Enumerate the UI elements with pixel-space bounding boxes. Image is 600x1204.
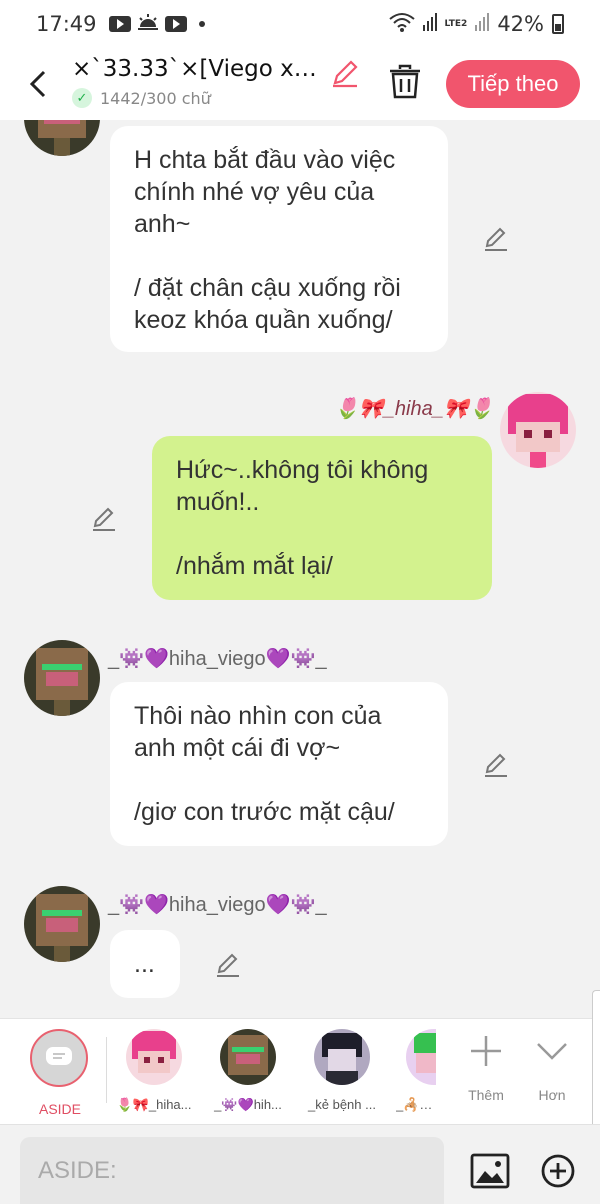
input-bar bbox=[0, 1124, 600, 1204]
youtube-icon bbox=[164, 16, 187, 32]
avatar-viego[interactable] bbox=[24, 886, 100, 962]
divider bbox=[106, 1037, 107, 1103]
status-right: LTE2 42% bbox=[388, 12, 564, 37]
word-count-row: ✓ 1442/300 chữ bbox=[72, 88, 362, 108]
message-bubble[interactable]: ... bbox=[110, 930, 180, 998]
pencil-icon bbox=[217, 953, 239, 977]
character-item[interactable]: 🌷🎀_hiha... bbox=[114, 1029, 194, 1113]
youtube-icon bbox=[108, 16, 131, 32]
more-button[interactable]: Hơn bbox=[522, 1033, 582, 1103]
username-viego: _👾💜hiha_viego💜👾_ bbox=[108, 648, 327, 670]
edit-message-button[interactable] bbox=[482, 750, 510, 778]
username-hiha: 🌷🎀_hiha_🎀🌷 bbox=[334, 398, 494, 420]
more-notifications-icon bbox=[198, 21, 205, 27]
avatar-character bbox=[314, 1029, 370, 1085]
character-label: _🦂🕸... bbox=[396, 1097, 446, 1112]
chat-bubble-icon bbox=[46, 1047, 72, 1065]
signal-icon bbox=[422, 12, 437, 36]
avatar-viego bbox=[220, 1029, 276, 1085]
status-bar: 17:49 LTE2 42% bbox=[0, 0, 600, 48]
character-item[interactable]: _👾💜hih... bbox=[208, 1029, 288, 1113]
chevron-down-icon bbox=[537, 1043, 567, 1060]
character-label: _kẻ bệnh ... bbox=[308, 1097, 376, 1112]
add-button[interactable] bbox=[540, 1153, 576, 1193]
image-icon bbox=[470, 1153, 510, 1189]
pencil-icon bbox=[485, 227, 507, 251]
character-item[interactable]: _🦂🕸... bbox=[396, 1029, 446, 1113]
character-label: 🌷🎀_hiha... bbox=[116, 1097, 192, 1112]
edit-title-button[interactable] bbox=[330, 58, 360, 92]
aside-circle bbox=[30, 1029, 88, 1087]
status-left: 17:49 bbox=[36, 12, 205, 36]
weather-icon bbox=[137, 12, 159, 36]
insert-image-button[interactable] bbox=[470, 1153, 510, 1193]
word-count: 1442/300 chữ bbox=[100, 88, 211, 108]
next-button[interactable]: Tiếp theo bbox=[446, 60, 580, 108]
aside-input[interactable] bbox=[20, 1137, 444, 1204]
avatar-viego[interactable] bbox=[24, 640, 100, 716]
avatar-hiha[interactable] bbox=[500, 392, 576, 468]
notification-icons bbox=[108, 12, 205, 36]
pencil-icon bbox=[333, 60, 358, 88]
message-bubble[interactable]: H chta bắt đầu vào việc chính nhé vợ yêu… bbox=[110, 126, 448, 352]
character-bar: ASIDE 🌷🎀_hiha... _👾💜hih... _kẻ bệnh ... … bbox=[0, 1018, 600, 1124]
aside-button[interactable]: ASIDE bbox=[30, 1029, 90, 1117]
avatar-viego[interactable] bbox=[24, 120, 100, 156]
username-viego: _👾💜hiha_viego💜👾_ bbox=[108, 894, 327, 916]
battery-icon bbox=[552, 14, 564, 34]
edit-message-button[interactable] bbox=[214, 950, 242, 978]
app-header: ×`33.33`×[Viego x h... ✓ 1442/300 chữ Ti… bbox=[0, 48, 600, 120]
avatar-hiha bbox=[126, 1029, 182, 1085]
chevron-left-icon bbox=[29, 70, 46, 98]
wifi-icon bbox=[388, 12, 415, 37]
aside-label: ASIDE bbox=[38, 1101, 81, 1117]
plus-icon bbox=[471, 1036, 501, 1066]
check-icon: ✓ bbox=[72, 88, 92, 108]
character-label: _👾💜hih... bbox=[214, 1097, 282, 1112]
story-title[interactable]: ×`33.33`×[Viego x h... bbox=[72, 56, 322, 82]
edit-message-button[interactable] bbox=[90, 504, 118, 532]
edit-message-button[interactable] bbox=[482, 224, 510, 252]
battery-percent: 42% bbox=[497, 12, 544, 36]
trash-icon bbox=[390, 64, 420, 99]
network-label: LTE2 bbox=[444, 18, 468, 29]
character-item[interactable]: _kẻ bệnh ... bbox=[302, 1029, 382, 1112]
message-bubble[interactable]: Hức~..không tôi không muốn!.. /nhắm mắt … bbox=[152, 436, 492, 600]
add-label: Thêm bbox=[468, 1087, 504, 1103]
signal-icon-2 bbox=[475, 12, 490, 36]
plus-circle-icon bbox=[541, 1154, 575, 1188]
title-block: ×`33.33`×[Viego x h... ✓ 1442/300 chữ bbox=[72, 56, 362, 108]
more-label: Hơn bbox=[538, 1087, 566, 1103]
avatar-character bbox=[406, 1029, 436, 1085]
status-time: 17:49 bbox=[36, 12, 97, 36]
back-button[interactable] bbox=[24, 66, 54, 102]
delete-button[interactable] bbox=[388, 64, 422, 104]
add-character-button[interactable]: Thêm bbox=[456, 1033, 516, 1103]
chat-area[interactable]: H chta bắt đầu vào việc chính nhé vợ yêu… bbox=[0, 120, 600, 1018]
pencil-icon bbox=[485, 753, 507, 777]
message-bubble[interactable]: Thôi nào nhìn con của anh một cái đi vợ~… bbox=[110, 682, 448, 846]
pencil-icon bbox=[93, 507, 115, 531]
